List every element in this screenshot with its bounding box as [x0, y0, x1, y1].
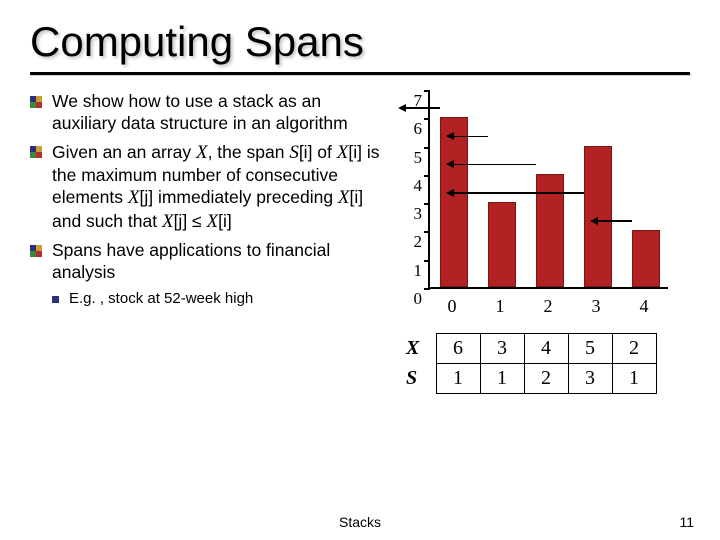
y-tick — [424, 90, 430, 92]
table-cell: 2 — [524, 364, 568, 394]
table-cell: 6 — [436, 334, 480, 364]
diamond-icon — [30, 96, 44, 110]
bar — [488, 202, 516, 287]
bullet-text: We show how to use a stack as an auxilia… — [52, 91, 380, 135]
bullet-item: Given an an array X, the span S[i] of X[… — [30, 141, 380, 234]
bar-chart: 0 1 2 3 4 5 6 7 0 1 2 3 4 — [398, 91, 678, 321]
data-table: X 6 3 4 5 2 S 1 1 2 3 1 — [406, 333, 657, 394]
y-tick — [424, 147, 430, 149]
x-tick-label: 3 — [592, 296, 601, 317]
diamond-icon — [30, 146, 44, 160]
footer-page-number: 11 — [679, 514, 694, 530]
y-tick-label: 7 — [406, 91, 422, 111]
y-tick — [424, 231, 430, 233]
table-row: X 6 3 4 5 2 — [406, 334, 656, 364]
y-tick-label: 3 — [406, 204, 422, 224]
y-tick-label: 1 — [406, 261, 422, 281]
y-tick — [424, 288, 430, 290]
y-tick — [424, 118, 430, 120]
row-header: S — [406, 364, 436, 394]
bar — [632, 230, 660, 287]
slide-title: Computing Spans — [0, 0, 720, 66]
x-tick-label: 0 — [448, 296, 457, 317]
diamond-icon — [30, 245, 44, 259]
table-row: S 1 1 2 3 1 — [406, 364, 656, 394]
square-icon — [52, 296, 59, 303]
plot-area — [428, 91, 668, 289]
bar — [584, 146, 612, 287]
table-cell: 3 — [480, 334, 524, 364]
table-cell: 1 — [480, 364, 524, 394]
bar — [536, 174, 564, 287]
x-tick-label: 2 — [544, 296, 553, 317]
y-tick-label: 0 — [406, 289, 422, 309]
y-tick-label: 6 — [406, 119, 422, 139]
y-tick — [424, 203, 430, 205]
row-header: X — [406, 334, 436, 364]
table-cell: 2 — [612, 334, 656, 364]
span-arrow — [453, 192, 584, 194]
chart-and-table: 0123456701234 X 6 3 4 5 2 S 1 1 2 3 1 — [380, 91, 700, 394]
y-tick — [424, 175, 430, 177]
span-arrow — [453, 136, 488, 138]
table-cell: 4 — [524, 334, 568, 364]
bullet-text: Spans have applications to financial ana… — [52, 240, 380, 284]
bar — [440, 117, 468, 287]
content-row: We show how to use a stack as an auxilia… — [0, 75, 720, 394]
y-tick-label: 5 — [406, 148, 422, 168]
bullet-list: We show how to use a stack as an auxilia… — [30, 91, 380, 394]
table-cell: 3 — [568, 364, 612, 394]
table-cell: 1 — [436, 364, 480, 394]
sub-bullet-text: E.g. , stock at 52-week high — [69, 290, 253, 309]
bullet-text: Given an an array X, the span S[i] of X[… — [52, 141, 380, 234]
y-tick-label: 4 — [406, 176, 422, 196]
footer-center: Stacks — [0, 514, 720, 530]
bullet-item: We show how to use a stack as an auxilia… — [30, 91, 380, 135]
table-cell: 1 — [612, 364, 656, 394]
span-arrow — [453, 164, 536, 166]
y-tick — [424, 260, 430, 262]
x-tick-label: 1 — [496, 296, 505, 317]
span-arrow — [597, 220, 632, 222]
y-tick-label: 2 — [406, 232, 422, 252]
bullet-item: Spans have applications to financial ana… — [30, 240, 380, 284]
table-cell: 5 — [568, 334, 612, 364]
x-tick-label: 4 — [640, 296, 649, 317]
sub-bullet-item: E.g. , stock at 52-week high — [52, 290, 380, 309]
